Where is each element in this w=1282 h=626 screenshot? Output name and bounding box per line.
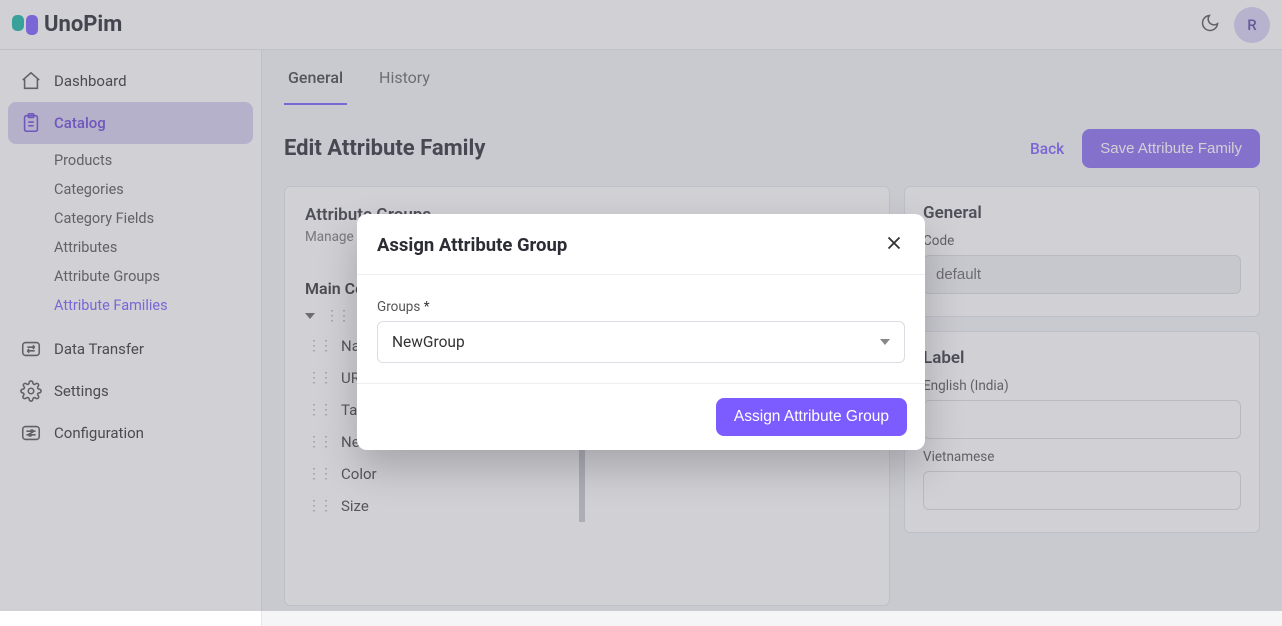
chevron-down-icon <box>880 339 890 345</box>
groups-selected-value: NewGroup <box>392 333 465 351</box>
modal-title: Assign Attribute Group <box>377 234 567 256</box>
groups-label-text: Groups <box>377 299 420 315</box>
required-star: * <box>424 299 430 315</box>
modal-overlay[interactable]: Assign Attribute Group Groups * NewGroup… <box>0 0 1282 611</box>
close-icon <box>883 232 905 254</box>
assign-attribute-group-modal: Assign Attribute Group Groups * NewGroup… <box>357 214 925 450</box>
close-button[interactable] <box>883 232 905 258</box>
assign-attribute-group-button[interactable]: Assign Attribute Group <box>716 398 907 436</box>
groups-select[interactable]: NewGroup <box>377 321 905 363</box>
groups-label: Groups * <box>377 299 905 315</box>
